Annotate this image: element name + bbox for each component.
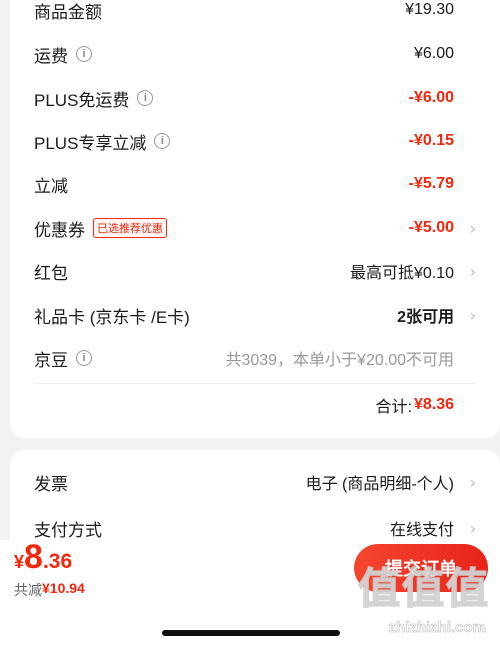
divider [34,383,476,384]
total-saved-value: ¥10.94 [42,580,85,596]
shipping-value: ¥6.00 [413,45,454,62]
goods-amount-label: 商品金额 [34,2,102,22]
chevron-right-icon: › [469,218,476,238]
total-saved: 共减 ¥10.94 [14,580,85,600]
total-label: 合计: [375,399,412,416]
currency-symbol: ¥ [14,552,25,572]
submit-order-button[interactable]: 提交订单 [354,544,488,592]
gift-card-row[interactable]: 礼品卡 (京东卡 /E卡) 2张可用 › [34,299,476,331]
plus-free-shipping-label: PLUS免运费 [34,90,130,110]
jingdou-value: 共3039，本单小于¥20.00不可用 [225,352,454,369]
home-indicator[interactable] [162,630,340,636]
red-packet-row[interactable]: 红包 最高可抵¥0.10 › [34,255,476,287]
chevron-right-icon: › [469,261,476,281]
goods-amount-value: ¥19.30 [405,1,454,18]
instant-discount-label: 立减 [34,176,68,196]
coupon-row[interactable]: 优惠券 已选推荐优惠 -¥5.00 › [34,212,476,244]
chevron-right-icon: › [469,472,476,492]
plus-exclusive-discount-row: PLUS专享立减 i -¥0.15 [34,125,476,157]
red-packet-label: 红包 [34,263,68,283]
gift-card-value: 2张可用 [397,309,454,326]
coupon-recommended-tag: 已选推荐优惠 [93,218,167,238]
chevron-right-icon: › [469,305,476,325]
total-row: 合计: ¥8.36 [34,389,476,421]
pay-amount-decimal: .36 [42,550,73,573]
info-icon[interactable]: i [137,90,154,106]
plus-exclusive-discount-label: PLUS专享立减 [34,133,147,153]
instant-discount-row: 立减 -¥5.79 [34,168,476,200]
plus-exclusive-discount-value: -¥0.15 [408,132,454,149]
invoice-row[interactable]: 发票 电子 (商品明细-个人) › [34,466,476,498]
shipping-label: 运费 [34,46,68,66]
shipping-row: 运费 i ¥6.00 [34,38,476,70]
info-icon[interactable]: i [154,133,171,149]
plus-free-shipping-row: PLUS免运费 i -¥6.00 [34,82,476,114]
total-saved-label: 共减 [14,582,42,598]
invoice-value: 电子 (商品明细-个人) [305,476,454,493]
red-packet-value: 最高可抵¥0.10 [349,265,454,282]
instant-discount-value: -¥5.79 [408,175,454,192]
payment-method-value: 在线支付 [389,522,454,539]
chevron-right-icon: › [469,518,476,538]
invoice-label: 发票 [34,474,68,494]
jingdou-label: 京豆 [34,350,68,370]
info-icon[interactable]: i [76,46,92,62]
price-detail-card: 商品金额 ¥19.30 运费 i ¥6.00 PLUS免运费 i -¥6.00 … [10,0,500,438]
total-value: ¥8.36 [413,396,454,413]
coupon-label: 优惠券 [34,220,85,240]
pay-amount-integer: 8 [24,538,43,576]
info-icon[interactable]: i [76,350,92,366]
watermark-url: zhizhizhi.com [388,619,486,637]
coupon-value: -¥5.00 [408,219,454,236]
plus-free-shipping-value: -¥6.00 [408,89,454,106]
jingdou-row: 京豆 i 共3039，本单小于¥20.00不可用 [34,342,476,374]
payment-method-label: 支付方式 [34,520,102,540]
pay-amount: ¥ 8 .36 [14,540,72,574]
goods-amount-row: 商品金额 ¥19.30 [34,0,476,26]
gift-card-label: 礼品卡 (京东卡 /E卡) [34,307,190,327]
